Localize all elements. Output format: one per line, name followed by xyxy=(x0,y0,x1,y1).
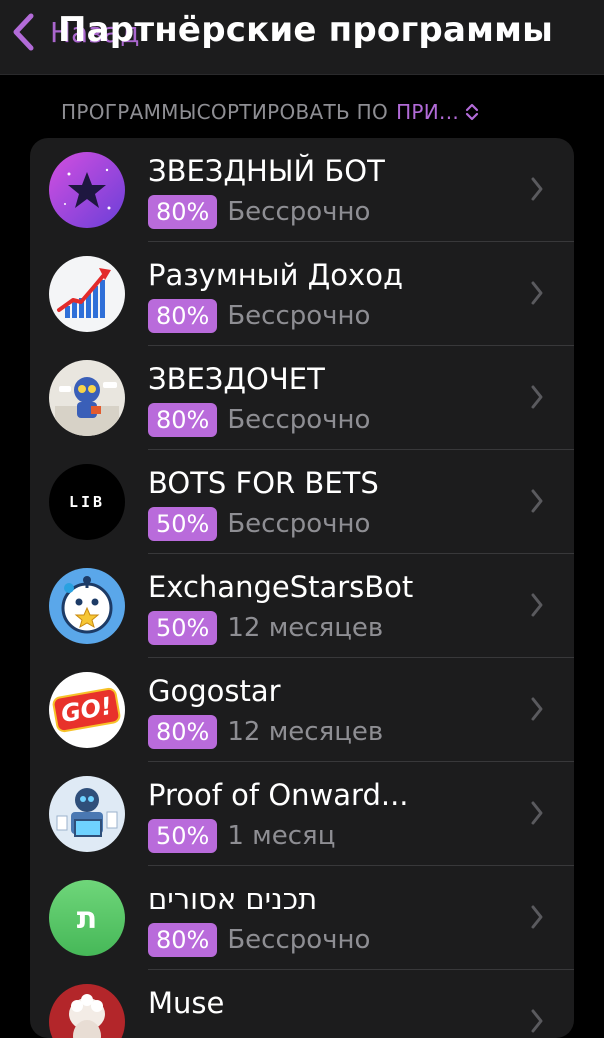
section-label: ПРОГРАММЫ xyxy=(61,100,197,124)
chevron-right-icon xyxy=(531,281,543,305)
program-terms: 80% Бессрочно xyxy=(148,299,370,333)
program-terms: 50% 12 месяцев xyxy=(148,611,383,645)
commission-badge: 80% xyxy=(148,403,218,437)
page-title: Партнёрские программы xyxy=(58,10,554,50)
chevron-right-icon xyxy=(531,177,543,201)
program-name: תכנים אסורים xyxy=(148,882,318,916)
program-name: ExchangeStarsBot xyxy=(148,570,414,604)
star-robot-icon xyxy=(49,568,125,644)
duration-text: 1 месяц xyxy=(227,821,336,851)
commission-badge: 80% xyxy=(148,195,218,229)
robot-icon xyxy=(49,360,125,436)
letter-tav-text: ת xyxy=(76,900,98,936)
lib-logo-text: LIB xyxy=(68,493,106,511)
duration-text: 12 месяцев xyxy=(227,613,384,643)
duration-text: Бессрочно xyxy=(227,405,371,435)
duration-text: 12 месяцев xyxy=(227,717,384,747)
commission-badge: 80% xyxy=(148,715,218,749)
program-terms: 50% Бессрочно xyxy=(148,507,370,541)
sort-value: ПРИ... xyxy=(396,100,460,124)
program-name: Proof of Onward... xyxy=(148,778,409,812)
program-name: ЗВЕЗДНЫЙ БОТ xyxy=(148,154,385,188)
commission-badge: 80% xyxy=(148,299,218,333)
chevron-right-icon xyxy=(531,1009,543,1033)
chevron-right-icon xyxy=(531,905,543,929)
sort-updown-icon xyxy=(465,103,479,121)
sort-control[interactable]: СОРТИРОВАТЬ ПО ПРИ... xyxy=(197,100,479,124)
statue-icon xyxy=(49,984,125,1038)
program-name: Gogostar xyxy=(148,674,281,708)
program-terms: 50% 1 месяц xyxy=(148,819,335,853)
go-logo-text: GO! xyxy=(51,686,123,734)
chevron-right-icon xyxy=(531,489,543,513)
list-item[interactable]: ЗВЕЗДНЫЙ БОТ 80% Бессрочно xyxy=(30,138,574,242)
program-terms: 80% Бессрочно xyxy=(148,923,370,957)
robot-laptop-icon xyxy=(49,776,125,852)
chevron-right-icon xyxy=(531,697,543,721)
program-name: ЗВЕЗДОЧЕТ xyxy=(148,362,325,396)
letter-tav-icon: ת xyxy=(49,880,125,956)
list-item[interactable]: Разумный Доход 80% Бессрочно xyxy=(30,242,574,346)
growth-chart-icon xyxy=(49,256,125,332)
star-bot-icon xyxy=(49,152,125,228)
list-item[interactable]: Muse xyxy=(30,970,574,1038)
commission-badge: 50% xyxy=(148,507,218,541)
program-name: Muse xyxy=(148,986,225,1020)
duration-text: Бессрочно xyxy=(227,509,371,539)
list-item[interactable]: ת תכנים אסורים 80% Бессрочно xyxy=(30,866,574,970)
chevron-right-icon xyxy=(531,385,543,409)
lib-logo-icon: LIB xyxy=(49,464,125,540)
list-item[interactable]: LIB BOTS FOR BETS 50% Бессрочно xyxy=(30,450,574,554)
list-item[interactable]: Proof of Onward... 50% 1 месяц xyxy=(30,762,574,866)
chevron-left-icon xyxy=(13,13,34,51)
chevron-right-icon xyxy=(531,801,543,825)
duration-text: Бессрочно xyxy=(227,925,371,955)
programs-list: ЗВЕЗДНЫЙ БОТ 80% Бессрочно Разумный Дохо… xyxy=(30,138,574,1038)
go-logo-icon: GO! xyxy=(49,672,125,748)
duration-text: Бессрочно xyxy=(227,197,371,227)
chevron-right-icon xyxy=(531,593,543,617)
program-name: BOTS FOR BETS xyxy=(148,466,379,500)
program-terms: 80% Бессрочно xyxy=(148,403,370,437)
list-item[interactable]: ЗВЕЗДОЧЕТ 80% Бессрочно xyxy=(30,346,574,450)
commission-badge: 50% xyxy=(148,611,218,645)
program-terms: 80% Бессрочно xyxy=(148,195,370,229)
program-terms: 80% 12 месяцев xyxy=(148,715,383,749)
duration-text: Бессрочно xyxy=(227,301,371,331)
commission-badge: 80% xyxy=(148,923,218,957)
list-item[interactable]: GO! Gogostar 80% 12 месяцев xyxy=(30,658,574,762)
program-name: Разумный Доход xyxy=(148,258,403,292)
navigation-bar: Назад Партнёрские программы xyxy=(0,0,604,75)
sort-prefix: СОРТИРОВАТЬ ПО xyxy=(196,100,389,124)
section-header: ПРОГРАММЫ СОРТИРОВАТЬ ПО ПРИ... xyxy=(61,96,551,128)
commission-badge: 50% xyxy=(148,819,218,853)
list-item[interactable]: ExchangeStarsBot 50% 12 месяцев xyxy=(30,554,574,658)
